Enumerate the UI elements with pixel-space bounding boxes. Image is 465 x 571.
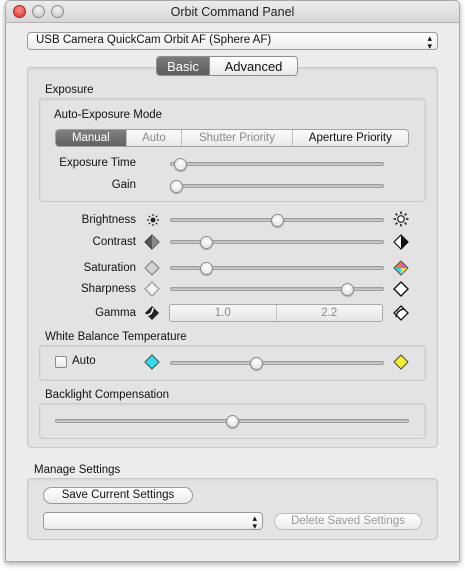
- contrast-low-icon: [144, 234, 160, 250]
- sun-small-icon: [145, 212, 161, 228]
- gain-label: Gain: [111, 179, 136, 191]
- gain-slider[interactable]: [170, 184, 384, 188]
- white-balance-slider[interactable]: [170, 361, 384, 365]
- white-balance-auto-checkbox[interactable]: [55, 356, 67, 368]
- save-current-settings-button[interactable]: Save Current Settings: [43, 487, 193, 504]
- sharpness-high-icon: [393, 281, 409, 297]
- gamma-option-low[interactable]: 1.0: [170, 305, 276, 321]
- delete-saved-settings-button[interactable]: Delete Saved Settings: [274, 513, 422, 530]
- mode-auto[interactable]: Auto: [125, 130, 182, 146]
- white-balance-heading: White Balance Temperature: [45, 331, 187, 343]
- white-balance-auto-label: Auto: [72, 355, 96, 367]
- saved-settings-select[interactable]: ▴ ▾: [43, 512, 263, 531]
- brightness-slider-knob[interactable]: [270, 214, 284, 227]
- backlight-heading: Backlight Compensation: [45, 389, 170, 401]
- mode-manual[interactable]: Manual: [56, 130, 126, 146]
- sharpness-slider-knob[interactable]: [340, 283, 354, 296]
- contrast-label: Contrast: [92, 236, 136, 248]
- settings-tabs: Basic Advanced: [156, 56, 298, 76]
- contrast-high-icon: [393, 234, 409, 250]
- chevron-updown-icon: ▴ ▾: [427, 33, 432, 51]
- brightness-label: Brightness: [81, 214, 136, 226]
- camera-select-value: USB Camera QuickCam Orbit AF (Sphere AF): [36, 34, 272, 46]
- yellow-diamond-icon: [393, 354, 409, 370]
- saturation-high-icon: [393, 260, 409, 276]
- mode-shutter-priority[interactable]: Shutter Priority: [181, 130, 291, 146]
- title-bar[interactable]: Orbit Command Panel: [6, 1, 459, 23]
- gamma-low-icon: [144, 305, 160, 321]
- window-title: Orbit Command Panel: [170, 5, 295, 19]
- camera-select[interactable]: USB Camera QuickCam Orbit AF (Sphere AF)…: [27, 32, 438, 51]
- cyan-diamond-icon: [144, 354, 160, 370]
- auto-exposure-mode-selector: Manual Auto Shutter Priority Aperture Pr…: [55, 129, 409, 147]
- exposure-time-slider[interactable]: [170, 162, 384, 166]
- manage-settings-heading: Manage Settings: [34, 464, 121, 476]
- tab-basic[interactable]: Basic: [157, 57, 209, 75]
- auto-exposure-mode-label: Auto-Exposure Mode: [54, 109, 163, 121]
- sharpness-label: Sharpness: [81, 283, 136, 295]
- sun-large-icon: [393, 211, 409, 227]
- mode-aperture-priority[interactable]: Aperture Priority: [291, 130, 408, 146]
- gamma-high-icon: [393, 305, 409, 321]
- exposure-heading: Exposure: [45, 84, 94, 96]
- sharpness-low-icon: [144, 281, 160, 297]
- exposure-time-slider-knob[interactable]: [174, 158, 188, 171]
- saturation-low-icon: [144, 260, 160, 276]
- saturation-label: Saturation: [83, 262, 136, 274]
- gain-slider-knob[interactable]: [170, 180, 183, 193]
- gamma-option-high[interactable]: 2.2: [275, 305, 383, 321]
- chevron-updown-icon: ▴ ▾: [252, 513, 257, 531]
- tab-advanced[interactable]: Advanced: [209, 57, 297, 75]
- gamma-selector[interactable]: 1.0 2.2: [169, 304, 383, 322]
- backlight-slider-knob[interactable]: [225, 415, 239, 428]
- exposure-time-label: Exposure Time: [59, 157, 136, 169]
- gamma-label: Gamma: [95, 307, 136, 319]
